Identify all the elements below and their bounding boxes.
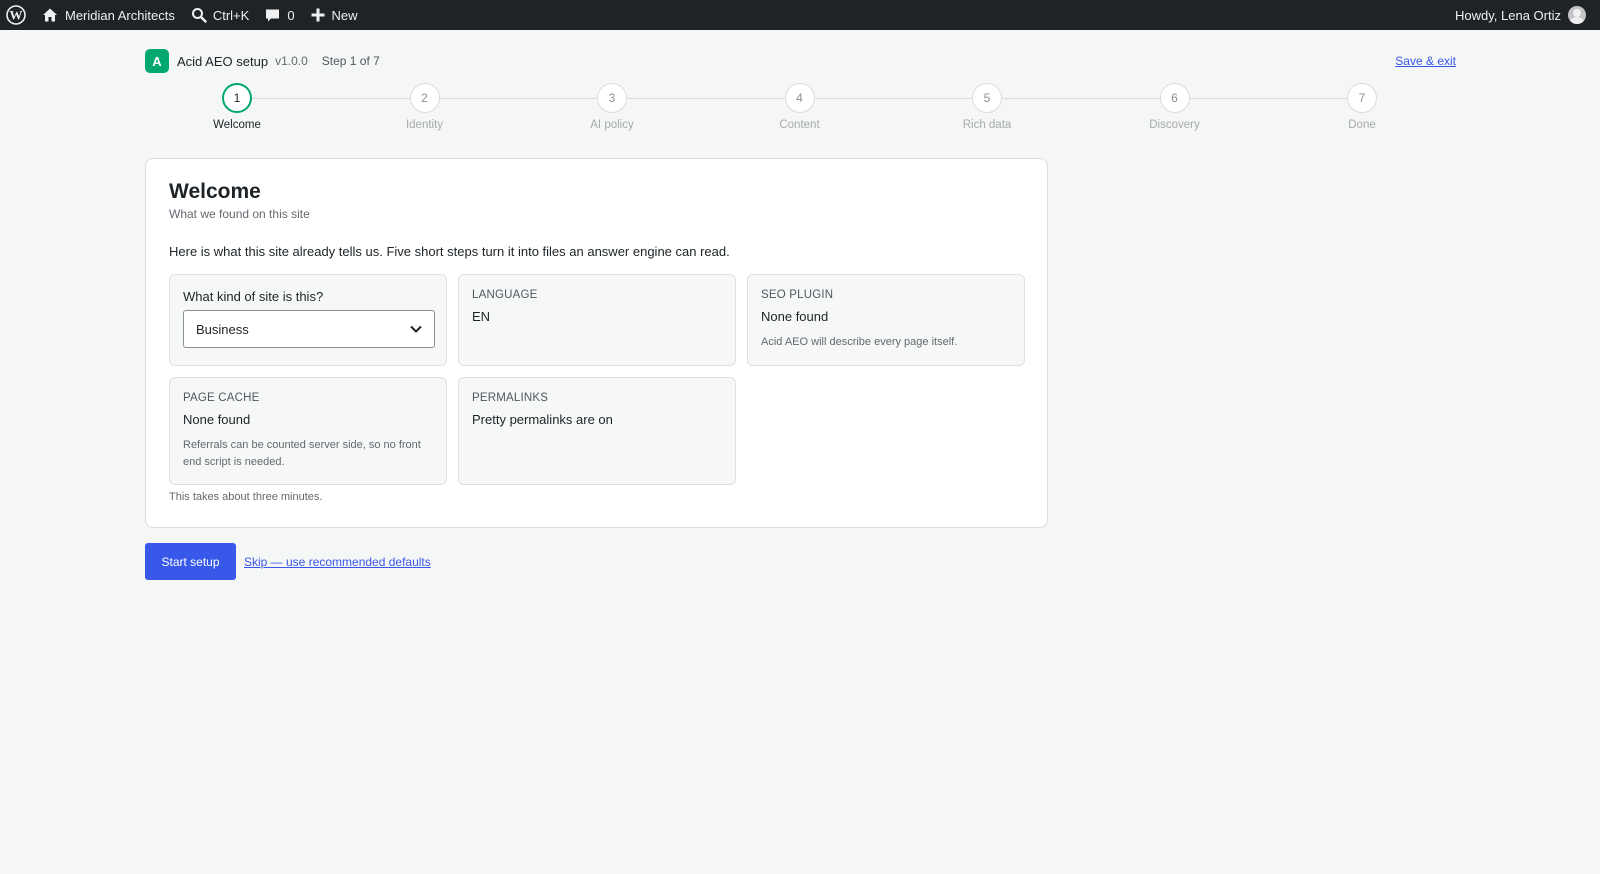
step-done[interactable]: 7 Done <box>1302 83 1422 131</box>
wordpress-logo-icon: W <box>6 5 26 25</box>
site-kind-select[interactable]: Business <box>183 310 435 348</box>
home-icon <box>43 8 57 22</box>
step-label: Content <box>779 119 820 131</box>
comments-count: 0 <box>287 7 295 23</box>
permalinks-value: Pretty permalinks are on <box>472 412 613 427</box>
progress-stepper: 1 Welcome 2 Identity 3 AI policy 4 Conte… <box>0 83 1600 143</box>
card-intro: Here is what this site already tells us.… <box>169 244 730 259</box>
page-cache-value: None found <box>183 412 251 427</box>
search-shortcut: Ctrl+K <box>212 7 250 23</box>
new-content-menu[interactable]: New <box>303 0 366 30</box>
time-estimate: This takes about three minutes. <box>169 491 323 503</box>
language-label: LANGUAGE <box>472 289 538 301</box>
search-icon <box>191 8 207 23</box>
page-cache-tile: PAGE CACHE None found Referrals can be c… <box>169 377 447 485</box>
plus-icon <box>311 8 325 22</box>
seo-plugin-value: None found <box>761 309 829 324</box>
site-kind-question: What kind of site is this? <box>183 289 324 304</box>
seo-plugin-label: SEO PLUGIN <box>761 289 834 301</box>
step-number: 4 <box>784 83 815 113</box>
permalinks-tile: PERMALINKS Pretty permalinks are on <box>458 377 736 485</box>
step-label: Rich data <box>962 119 1012 131</box>
setup-header: A Acid AEO setup v1.0.0 Step 1 of 7 <box>145 49 380 73</box>
admin-bar: W Meridian Architects Ctrl+K 0 New Howdy… <box>0 0 1600 30</box>
site-name-menu[interactable]: Meridian Architects <box>34 0 183 30</box>
step-number: 7 <box>1347 83 1377 113</box>
card-title: Welcome <box>169 180 261 203</box>
step-label: Done <box>1348 119 1376 131</box>
new-label: New <box>331 7 358 23</box>
comment-icon <box>266 9 280 21</box>
step-number: 6 <box>1159 83 1190 113</box>
plugin-name: Acid AEO setup <box>177 53 269 69</box>
step-welcome[interactable]: 1 Welcome <box>177 83 297 131</box>
step-counter: Step 1 of 7 <box>321 54 380 68</box>
site-kind-tile: What kind of site is this? Business <box>169 274 447 366</box>
comments-menu[interactable]: 0 <box>257 0 302 30</box>
step-identity[interactable]: 2 Identity <box>365 83 485 131</box>
howdy-greeting: Howdy, Lena Ortiz <box>1455 7 1561 23</box>
plugin-version: v1.0.0 <box>275 54 308 68</box>
step-number: 3 <box>597 83 627 113</box>
svg-text:W: W <box>10 8 23 23</box>
permalinks-label: PERMALINKS <box>472 392 549 404</box>
command-search[interactable]: Ctrl+K <box>183 0 257 30</box>
step-content[interactable]: 4 Content <box>740 83 860 131</box>
card-subtitle: What we found on this site <box>169 207 310 221</box>
page-cache-label: PAGE CACHE <box>183 392 260 404</box>
step-label: Welcome <box>213 119 261 131</box>
site-kind-selected: Business <box>196 321 249 337</box>
welcome-card: Welcome What we found on this site Here … <box>145 158 1048 528</box>
step-rich-data[interactable]: 5 Rich data <box>927 83 1047 131</box>
start-setup-button[interactable]: Start setup <box>145 543 236 580</box>
step-discovery[interactable]: 6 Discovery <box>1115 83 1235 131</box>
step-number: 5 <box>972 83 1002 113</box>
step-number: 2 <box>409 83 440 113</box>
account-menu[interactable]: Howdy, Lena Ortiz <box>1455 6 1600 24</box>
seo-plugin-note: Acid AEO will describe every page itself… <box>761 336 958 348</box>
language-value: EN <box>472 309 491 324</box>
page-cache-note: Referrals can be counted server side, so… <box>183 439 421 468</box>
language-tile: LANGUAGE EN <box>458 274 736 366</box>
step-ai-policy[interactable]: 3 AI policy <box>552 83 672 131</box>
seo-plugin-tile: SEO PLUGIN None found Acid AEO will desc… <box>747 274 1025 366</box>
step-number: 1 <box>222 83 252 113</box>
avatar <box>1568 6 1586 24</box>
skip-defaults-link[interactable]: Skip — use recommended defaults <box>244 555 431 569</box>
plugin-logo: A <box>145 49 169 73</box>
save-exit-link[interactable]: Save & exit <box>1395 54 1456 68</box>
step-label: Discovery <box>1149 119 1200 131</box>
site-name: Meridian Architects <box>65 7 175 23</box>
wordpress-menu[interactable]: W <box>0 0 34 30</box>
step-label: Identity <box>405 119 444 131</box>
step-label: AI policy <box>590 119 634 131</box>
chevron-down-icon <box>410 325 422 333</box>
